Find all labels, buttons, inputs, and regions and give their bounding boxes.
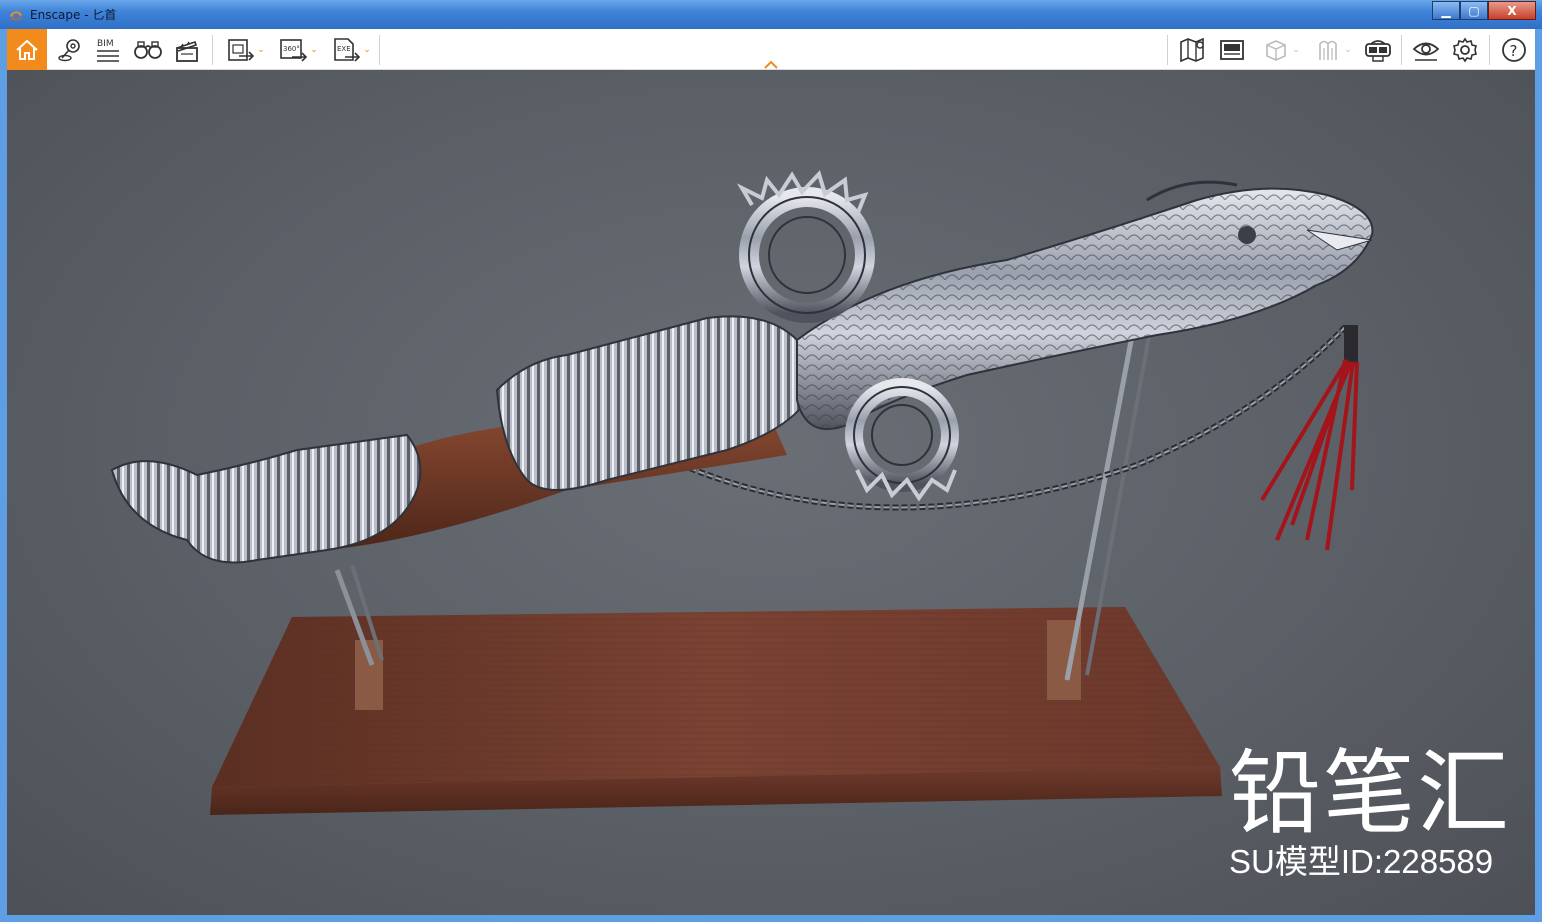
vr-headset-icon [1365,39,1391,62]
chevron-down-icon[interactable]: ⌄ [1344,45,1352,55]
walk-mode-button[interactable]: ⌄ [1309,31,1357,68]
location-pin-icon [58,38,80,61]
export-exe-button[interactable]: EXE ⌄ [327,31,375,68]
export-exe-label: EXE [337,45,351,53]
help-icon: ? [1502,37,1526,62]
help-button[interactable]: ? [1497,31,1531,68]
home-icon [16,39,38,60]
maximize-button[interactable]: ▢ [1460,1,1488,20]
watermark-model-id: SU模型ID:228589 [1229,843,1494,880]
window-title: Enscape - 匕首 [30,8,117,22]
window-frame-right [1535,29,1542,922]
chevron-down-icon[interactable]: ⌄ [1292,45,1300,55]
visual-settings-button[interactable] [1409,31,1443,68]
main-toolbar: BIM ⌄ 360° ⌄ EXE ⌄ ⌄ ⌄ ? [7,29,1535,70]
window-titlebar[interactable]: Enscape - 匕首 ▁ ▢ X [0,0,1542,29]
export-360-button[interactable]: 360° ⌄ [274,31,322,68]
chevron-up-icon [764,60,778,69]
watermark-brand: 铅笔汇 [1229,740,1512,847]
asset-library-button[interactable] [1215,31,1249,68]
bim-icon: BIM [97,39,119,62]
bim-button[interactable]: BIM [91,31,125,68]
vr-headset-button[interactable] [1361,31,1395,68]
title-area: Enscape - 匕首 [8,6,116,23]
chevron-down-icon[interactable]: ⌄ [363,45,371,55]
view-management-button[interactable] [53,31,87,68]
window-controls: ▁ ▢ X [1432,1,1536,20]
chevron-down-icon[interactable]: ⌄ [257,45,265,55]
binoculars-icon [134,40,162,59]
toolbar-separator [212,35,213,65]
window-frame-bottom [0,915,1542,922]
toolbar-separator [1401,35,1402,65]
asset-library-icon [1220,39,1244,60]
close-button[interactable]: X [1488,1,1536,20]
clapperboard-icon [176,40,198,62]
help-label: ? [1510,42,1518,60]
toolbar-separator [379,35,380,65]
export-image-icon [228,38,255,61]
export-360-icon: 360° [280,38,308,62]
map-button[interactable] [1175,31,1209,68]
export-image-button[interactable]: ⌄ [221,31,269,68]
cube-button[interactable]: ⌄ [1257,31,1305,68]
home-button[interactable] [7,29,47,70]
toolbar-separator [1489,35,1490,65]
export-360-label: 360° [283,45,300,53]
eye-icon [1412,42,1440,61]
export-exe-icon: EXE [334,37,361,62]
map-icon [1180,37,1204,62]
cube-icon [1266,39,1287,61]
enscape-logo-icon [10,10,22,21]
settings-button[interactable] [1448,31,1482,68]
settings-gear-icon [1453,37,1477,62]
window-frame-left [0,29,7,922]
chevron-down-icon[interactable]: ⌄ [310,45,318,55]
toolbar-separator [1167,35,1168,65]
minimize-button[interactable]: ▁ [1432,1,1460,20]
video-editor-button[interactable] [170,31,204,68]
binoculars-button[interactable] [131,31,165,68]
bim-label: BIM [97,39,114,49]
walk-icon [1319,40,1338,60]
render-viewport[interactable]: 铅笔汇 SU模型ID:228589 [7,70,1535,915]
